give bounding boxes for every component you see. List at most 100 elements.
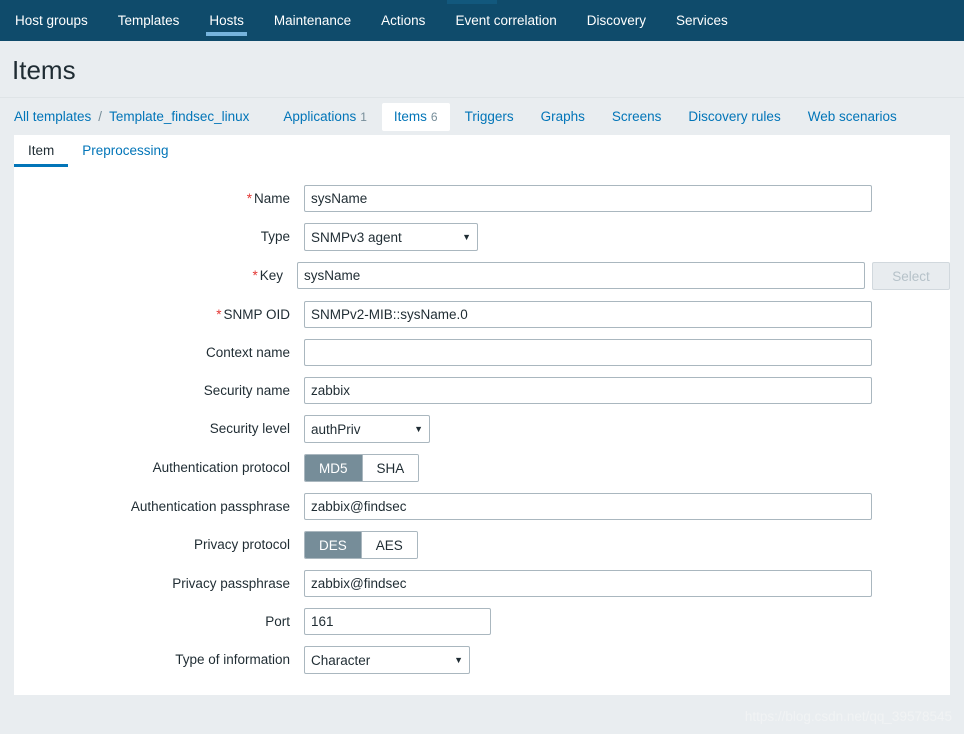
breadcrumb-template-link[interactable]: Template_findsec_linux xyxy=(109,109,249,124)
object-tab-label: Discovery rules xyxy=(688,108,781,124)
label-name: * Name xyxy=(14,185,304,206)
label-auth-protocol: Authentication protocol xyxy=(14,454,304,475)
field-row-privacy-passphrase: Privacy passphrase xyxy=(14,570,950,597)
label-text: SNMP OID xyxy=(223,307,290,322)
breadcrumb-all-templates-link[interactable]: All templates xyxy=(14,109,91,124)
label-text: Port xyxy=(265,614,290,629)
auth-protocol-radio-group: MD5 SHA xyxy=(304,454,420,482)
chevron-down-icon: ▼ xyxy=(414,424,423,434)
name-input[interactable] xyxy=(304,185,872,212)
label-privacy-passphrase: Privacy passphrase xyxy=(14,570,304,591)
item-form-panel: Item Preprocessing *Name Type SNMPv3 age… xyxy=(14,135,950,695)
main-navigation-bar: Host groups Templates Hosts Maintenance … xyxy=(0,0,964,41)
object-tab-triggers[interactable]: Triggers xyxy=(453,103,526,131)
field-row-port: Port xyxy=(14,608,950,635)
type-of-information-select-value: Character xyxy=(311,652,371,668)
tab-label: Item xyxy=(28,143,55,158)
object-tab-label: Applications xyxy=(283,108,357,124)
label-text: Context name xyxy=(205,345,290,360)
object-tab-count: 1 xyxy=(360,109,367,124)
field-row-snmp-oid: * SNMP OID xyxy=(14,301,950,328)
tab-item[interactable]: Item xyxy=(14,135,69,167)
required-marker: * xyxy=(252,268,258,283)
object-tab-label: Graphs xyxy=(540,108,585,124)
label-type-of-information: Type of information xyxy=(14,646,304,667)
nav-item-label: Services xyxy=(676,13,728,28)
breadcrumb-separator: / xyxy=(98,109,103,124)
nav-item-services[interactable]: Services xyxy=(661,0,743,41)
nav-item-label: Hosts xyxy=(209,13,244,28)
privacy-protocol-radio-group: DES AES xyxy=(304,531,418,559)
nav-item-label: Maintenance xyxy=(273,13,352,28)
label-text: Privacy protocol xyxy=(193,537,290,552)
type-select-value: SNMPv3 agent xyxy=(311,229,402,245)
object-tab-discovery-rules[interactable]: Discovery rules xyxy=(676,103,792,131)
label-context-name: Context name xyxy=(14,339,304,360)
nav-item-event-correlation[interactable]: Event correlation xyxy=(440,0,571,41)
item-form: *Name Type SNMPv3 agent ▼ *Key xyxy=(14,169,950,674)
object-tab-label: Screens xyxy=(611,108,662,124)
auth-protocol-option-md5[interactable]: MD5 xyxy=(305,455,363,481)
key-select-button[interactable]: Select xyxy=(872,262,950,290)
nav-item-templates[interactable]: Templates xyxy=(103,0,195,41)
label-security-name: Security name xyxy=(14,377,304,398)
key-input[interactable] xyxy=(297,262,865,289)
breadcrumb: All templates / Template_findsec_linux A… xyxy=(0,97,964,135)
field-row-auth-passphrase: Authentication passphrase xyxy=(14,493,950,520)
page-title: Items xyxy=(12,55,76,85)
label-snmp-oid: * SNMP OID xyxy=(14,301,304,322)
label-text: Authentication protocol xyxy=(152,460,290,475)
type-of-information-select[interactable]: Character ▼ xyxy=(304,646,470,674)
security-level-select[interactable]: authPriv ▼ xyxy=(304,415,430,443)
object-tab-screens[interactable]: Screens xyxy=(600,103,674,131)
nav-item-label: Discovery xyxy=(586,13,647,28)
label-privacy-protocol: Privacy protocol xyxy=(14,531,304,552)
field-row-privacy-protocol: Privacy protocol DES AES xyxy=(14,531,950,559)
type-select[interactable]: SNMPv3 agent ▼ xyxy=(304,223,478,251)
label-auth-passphrase: Authentication passphrase xyxy=(14,493,304,514)
watermark: https://blog.csdn.net/qq_39578545 xyxy=(744,709,952,724)
label-key: * Key xyxy=(14,262,297,283)
object-tab-items[interactable]: Items 6 xyxy=(381,102,450,131)
field-row-name: * Name xyxy=(14,185,950,212)
label-text: Type xyxy=(260,229,290,244)
snmp-oid-input[interactable] xyxy=(304,301,872,328)
nav-item-hosts[interactable]: Hosts xyxy=(194,0,259,41)
privacy-protocol-option-des[interactable]: DES xyxy=(305,532,362,558)
label-text: Privacy passphrase xyxy=(172,576,290,591)
label-text: Authentication passphrase xyxy=(130,499,290,514)
context-name-input[interactable] xyxy=(304,339,872,366)
security-level-select-value: authPriv xyxy=(311,421,361,437)
label-security-level: Security level xyxy=(14,415,304,436)
privacy-protocol-option-aes[interactable]: AES xyxy=(361,532,417,558)
object-tab-label: Items xyxy=(393,108,427,124)
object-tab-count: 6 xyxy=(430,109,438,124)
security-name-input[interactable] xyxy=(304,377,872,404)
nav-item-label: Templates xyxy=(117,13,180,28)
nav-item-actions[interactable]: Actions xyxy=(366,0,440,41)
object-tab-label: Web scenarios xyxy=(807,108,897,124)
tab-label: Preprocessing xyxy=(82,143,169,158)
auth-passphrase-input[interactable] xyxy=(304,493,872,520)
object-tab-graphs[interactable]: Graphs xyxy=(529,103,597,131)
label-text: Name xyxy=(253,191,290,206)
object-tab-web-scenarios[interactable]: Web scenarios xyxy=(796,103,909,131)
chevron-down-icon: ▼ xyxy=(462,232,471,242)
nav-item-discovery[interactable]: Discovery xyxy=(572,0,661,41)
nav-item-label: Actions xyxy=(381,13,426,28)
page-header: Items xyxy=(0,41,964,97)
nav-item-host-groups[interactable]: Host groups xyxy=(0,0,103,41)
form-tab-strip: Item Preprocessing xyxy=(14,135,950,169)
privacy-passphrase-input[interactable] xyxy=(304,570,872,597)
auth-protocol-option-sha[interactable]: SHA xyxy=(362,455,419,481)
tab-preprocessing[interactable]: Preprocessing xyxy=(68,135,182,167)
label-text: Security level xyxy=(209,421,290,436)
object-tab-applications[interactable]: Applications 1 xyxy=(271,103,378,131)
label-text: Key xyxy=(259,268,283,283)
field-row-security-name: Security name xyxy=(14,377,950,404)
field-row-auth-protocol: Authentication protocol MD5 SHA xyxy=(14,454,950,482)
field-row-context-name: Context name xyxy=(14,339,950,366)
nav-item-maintenance[interactable]: Maintenance xyxy=(259,0,366,41)
nav-item-label: Event correlation xyxy=(455,13,557,28)
port-input[interactable] xyxy=(304,608,491,635)
